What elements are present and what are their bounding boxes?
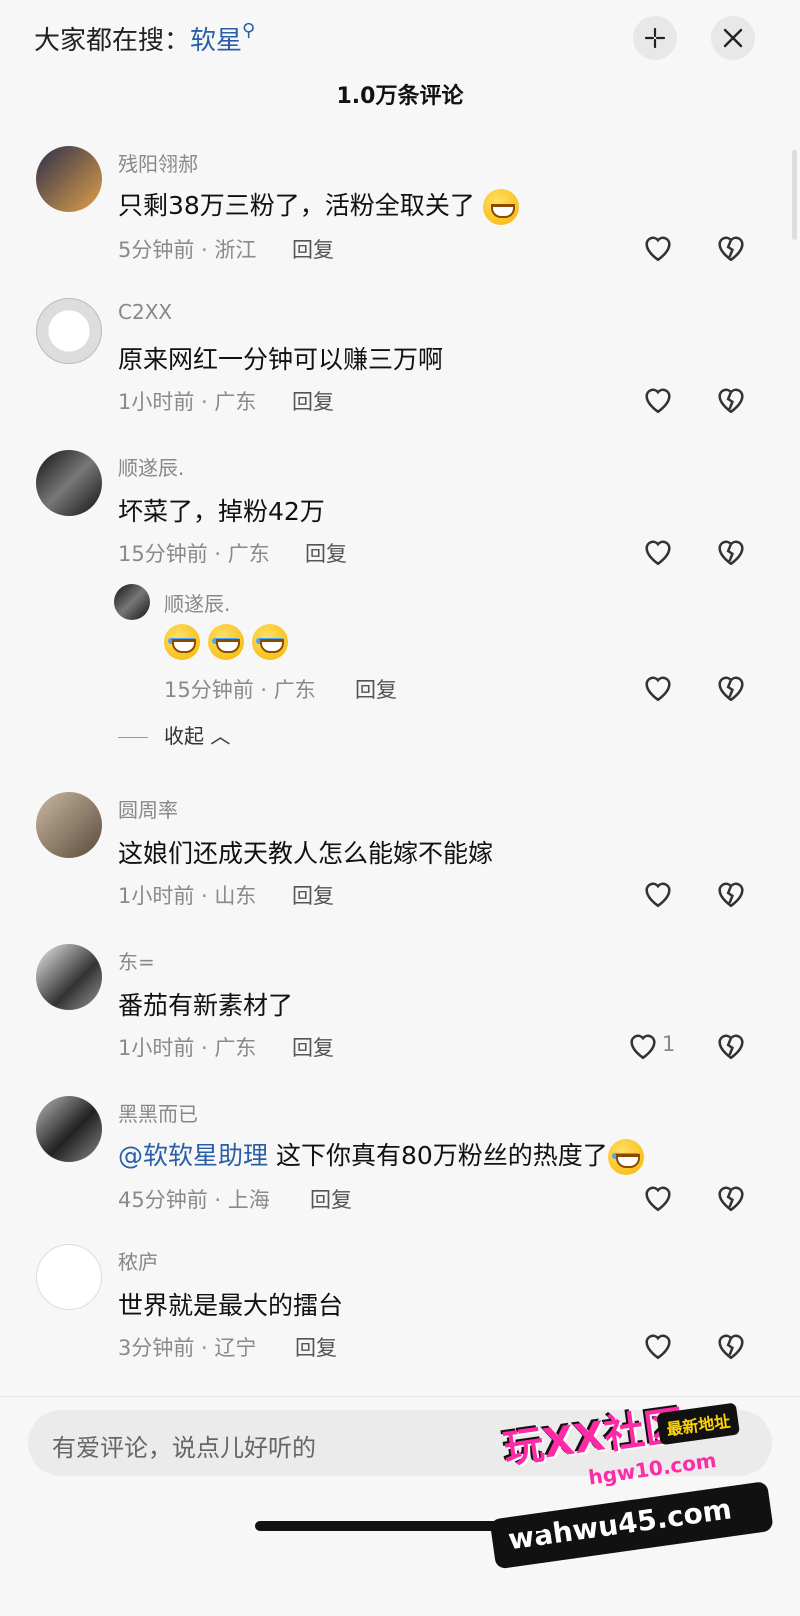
comment-meta: 45分钟前 · 上海 — [118, 1188, 270, 1212]
close-button[interactable] — [711, 16, 755, 60]
cry-emoji — [251, 624, 288, 660]
dislike-icon[interactable] — [714, 670, 748, 704]
avatar[interactable] — [36, 1096, 102, 1162]
dislike-icon[interactable] — [714, 382, 748, 416]
comment-author[interactable]: 圆周率 — [118, 794, 178, 823]
reply-button[interactable]: 回复 — [305, 538, 347, 568]
comment-count-title: 1.0万条评论 — [336, 84, 464, 109]
comment-text: 这娘们还成天教人怎么能嫁不能嫁 — [118, 839, 494, 868]
home-indicator[interactable] — [255, 1521, 545, 1531]
reply-button[interactable]: 回复 — [292, 386, 334, 416]
comment-text: 世界就是最大的擂台 — [118, 1291, 344, 1320]
comment-meta: 15分钟前 · 广东 — [164, 678, 316, 702]
dislike-icon[interactable] — [714, 876, 748, 910]
reply-button[interactable]: 回复 — [292, 234, 334, 264]
expand-icon — [644, 27, 666, 49]
emoji-row — [164, 624, 288, 660]
mention-link[interactable]: @软软星助理 — [118, 1141, 268, 1170]
avatar[interactable] — [36, 1244, 102, 1310]
like-icon[interactable] — [641, 230, 675, 264]
chevron-up-icon: ︿ — [210, 724, 231, 748]
reply-button[interactable]: 回复 — [310, 1184, 352, 1214]
comment-text: 番茄有新素材了 — [118, 991, 294, 1020]
comment-author[interactable]: 顺遂辰. — [164, 588, 230, 617]
sub-reply-item: 顺遂辰. 15分钟前 · 广东 回复 收起 ︿ — [0, 584, 800, 748]
like-count: 1 — [662, 1032, 676, 1056]
comment-author[interactable]: 东= — [118, 946, 155, 975]
comment-item: C2XX 原来网红一分钟可以赚三万啊 1小时前 · 广东 回复 — [0, 298, 800, 428]
comment-author[interactable]: C2XX — [118, 300, 172, 324]
dislike-icon[interactable] — [714, 1180, 748, 1214]
close-icon — [723, 28, 743, 48]
like-icon[interactable] — [641, 670, 675, 704]
collapse-replies-button[interactable]: 收起 ︿ — [118, 720, 230, 749]
dislike-icon[interactable] — [714, 534, 748, 568]
cry-emoji — [207, 624, 244, 660]
avatar[interactable] — [36, 450, 102, 516]
avatar[interactable] — [114, 584, 150, 620]
grin-emoji — [482, 189, 519, 225]
comment-author[interactable]: 顺遂辰. — [118, 452, 184, 481]
reply-button[interactable]: 回复 — [355, 674, 397, 704]
top-bar: 大家都在搜：软星⚲ — [0, 0, 800, 80]
hot-search-prefix: 大家都在搜： — [34, 26, 191, 56]
hot-search-bar[interactable]: 大家都在搜：软星⚲ — [34, 20, 255, 57]
hot-search-keyword[interactable]: 软星 — [190, 26, 242, 56]
cry-emoji — [607, 1139, 644, 1175]
comment-meta: 5分钟前 · 浙江 — [118, 238, 257, 262]
avatar[interactable] — [36, 792, 102, 858]
comment-input-placeholder: 有爱评论，说点儿好听的 — [52, 1434, 316, 1462]
comment-text: 原来网红一分钟可以赚三万啊 — [118, 345, 444, 374]
reply-button[interactable]: 回复 — [295, 1332, 337, 1362]
like-icon[interactable] — [641, 876, 675, 910]
like-icon[interactable] — [641, 1180, 675, 1214]
comment-author[interactable]: 残阳翎郝 — [118, 148, 198, 177]
search-icon: ⚲ — [242, 20, 256, 41]
like-icon[interactable] — [641, 534, 675, 568]
cry-emoji — [164, 624, 200, 660]
comment-item: 圆周率 这娘们还成天教人怎么能嫁不能嫁 1小时前 · 山东 回复 — [0, 792, 800, 922]
comment-item: 东= 番茄有新素材了 1小时前 · 广东 回复 1 — [0, 944, 800, 1074]
like-icon[interactable] — [641, 1328, 675, 1362]
reply-button[interactable]: 回复 — [292, 880, 334, 910]
comment-item: 残阳翎郝 只剩38万三粉了，活粉全取关了 5分钟前 · 浙江 回复 — [0, 146, 800, 276]
reply-button[interactable]: 回复 — [292, 1032, 334, 1062]
comment-meta: 1小时前 · 广东 — [118, 390, 257, 414]
avatar[interactable] — [36, 298, 102, 364]
dislike-icon[interactable] — [714, 230, 748, 264]
comment-item: 秾庐 世界就是最大的擂台 3分钟前 · 辽宁 回复 — [0, 1244, 800, 1374]
comment-meta: 1小时前 · 山东 — [118, 884, 257, 908]
expand-button[interactable] — [633, 16, 677, 60]
dislike-icon[interactable] — [714, 1028, 748, 1062]
comment-author[interactable]: 黑黑而已 — [118, 1098, 198, 1127]
comment-meta: 1小时前 · 广东 — [118, 1036, 257, 1060]
comment-meta: 15分钟前 · 广东 — [118, 542, 270, 566]
avatar[interactable] — [36, 944, 102, 1010]
comment-text: 只剩38万三粉了，活粉全取关了 — [118, 186, 519, 225]
comment-item: 顺遂辰. 坏菜了，掉粉42万 15分钟前 · 广东 回复 — [0, 450, 800, 580]
comment-text: 坏菜了，掉粉42万 — [118, 497, 325, 526]
comment-author[interactable]: 秾庐 — [118, 1246, 158, 1275]
comment-meta: 3分钟前 · 辽宁 — [118, 1336, 257, 1360]
comment-item: 黑黑而已 @软软星助理 这下你真有80万粉丝的热度了 45分钟前 · 上海 回复 — [0, 1096, 800, 1226]
comment-text: @软软星助理 这下你真有80万粉丝的热度了 — [118, 1136, 644, 1175]
dislike-icon[interactable] — [714, 1328, 748, 1362]
like-icon[interactable] — [641, 382, 675, 416]
like-icon[interactable] — [626, 1028, 660, 1062]
avatar[interactable] — [36, 146, 102, 212]
